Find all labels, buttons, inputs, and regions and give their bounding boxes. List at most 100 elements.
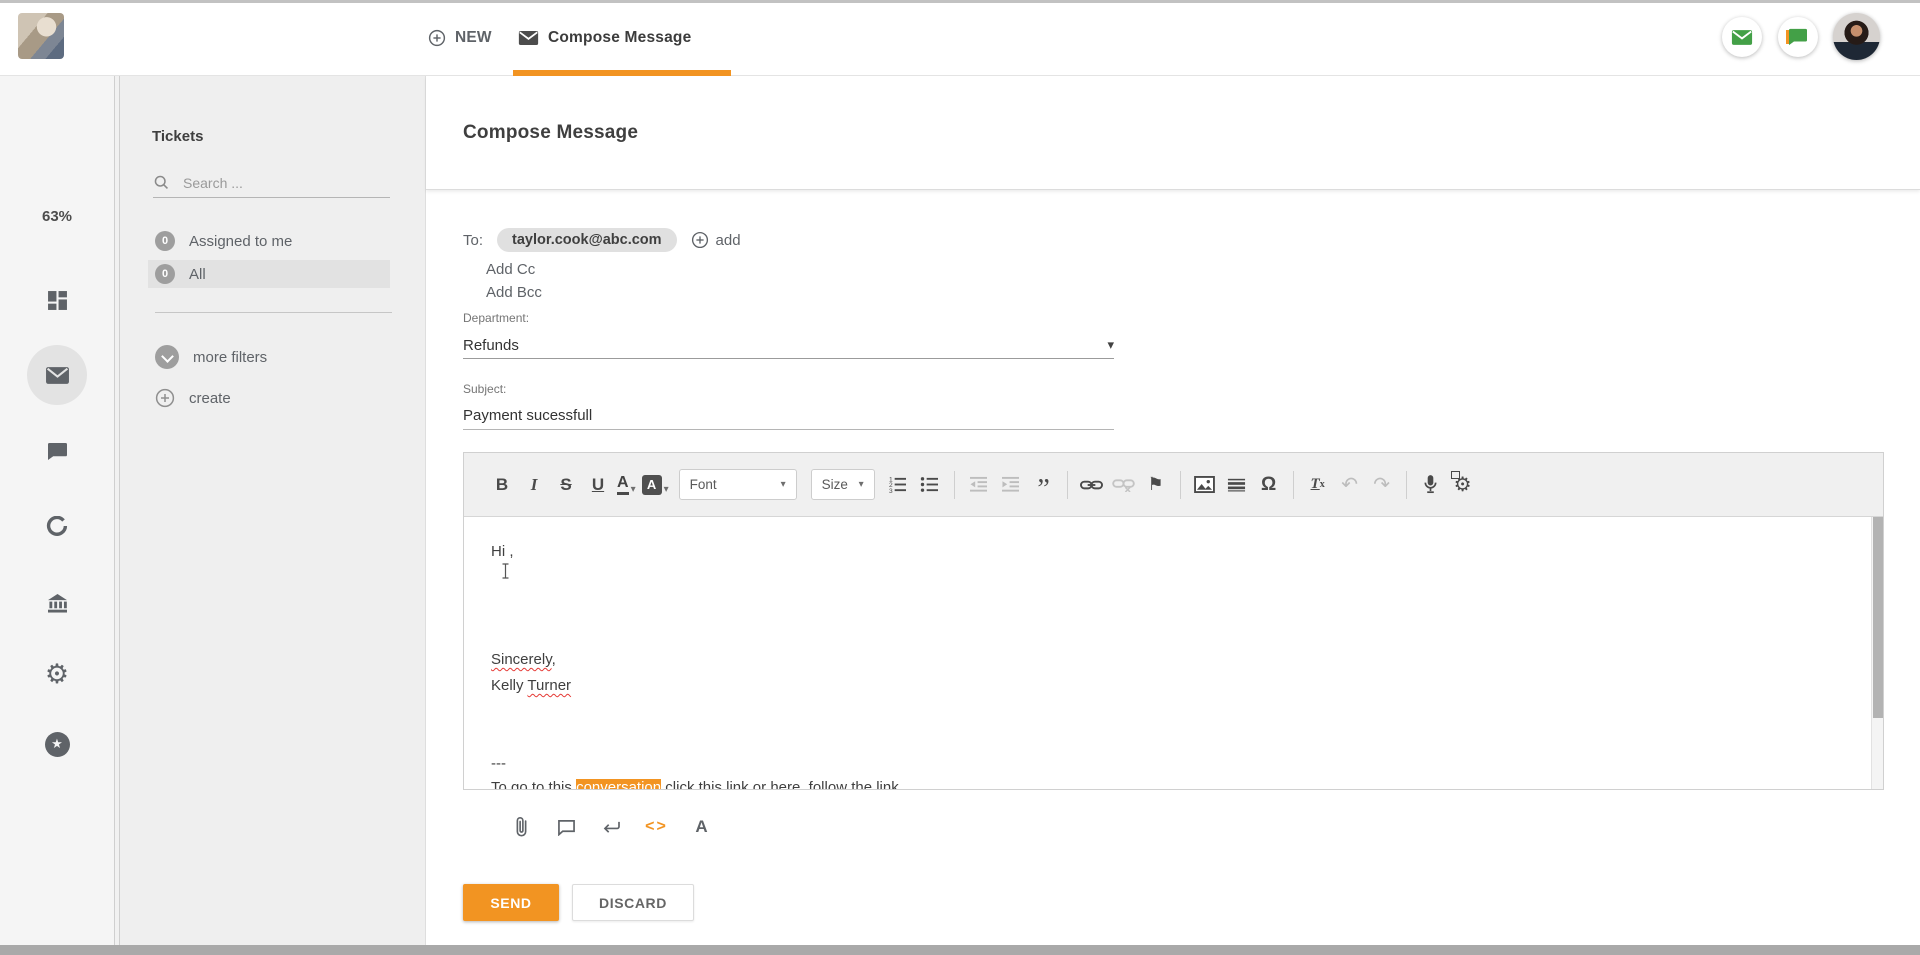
toolbar-separator: [1406, 471, 1407, 499]
proofing-settings-button[interactable]: ⚙: [1450, 471, 1476, 499]
insert-reply-button[interactable]: [589, 809, 634, 845]
dropdown-caret-icon: ▾: [1107, 337, 1114, 353]
outdent-button[interactable]: [966, 471, 992, 499]
filter-label: Assigned to me: [189, 233, 292, 250]
unlink-button[interactable]: [1111, 471, 1137, 499]
rich-text-editor: B I S U A ▾ A ▾ Font ▾ Size ▾: [463, 452, 1884, 790]
filter-all[interactable]: 0 All: [155, 261, 206, 287]
subject-row: [463, 402, 1114, 430]
create-ticket-button[interactable]: create: [155, 385, 231, 411]
sidebar-item-stars[interactable]: ★: [0, 724, 114, 764]
body-footer: To go to this conversation click this li…: [491, 779, 899, 789]
blockquote-button[interactable]: ”: [1030, 471, 1056, 499]
sidebar-item-tickets[interactable]: [27, 345, 87, 405]
add-cc-button[interactable]: Add Cc: [486, 261, 535, 278]
body-signoff: Sincerely,: [491, 651, 556, 668]
send-button[interactable]: SEND: [463, 884, 559, 921]
search-icon: [153, 174, 170, 191]
text-color-button[interactable]: A ▾: [617, 474, 636, 495]
progress-ring-icon: [46, 516, 68, 538]
misspelled-word: Turner: [527, 677, 571, 694]
misspelled-word: Sincerely: [491, 651, 552, 668]
mail-icon: [45, 365, 70, 386]
search-input[interactable]: [183, 175, 390, 191]
user-avatar[interactable]: [1833, 13, 1880, 60]
gear-icon: ⚙: [45, 661, 69, 688]
messages-button[interactable]: [1722, 17, 1762, 57]
add-bcc-button[interactable]: Add Bcc: [486, 284, 542, 301]
recipient-chip[interactable]: taylor.cook@abc.com: [497, 228, 677, 252]
department-select[interactable]: Refunds ▾: [463, 332, 1114, 359]
remove-format-t: T: [1311, 476, 1320, 493]
attach-file-button[interactable]: [499, 809, 544, 845]
insert-link-button[interactable]: [1079, 471, 1105, 499]
discard-button[interactable]: DISCARD: [572, 884, 694, 921]
sidebar-item-chats[interactable]: [0, 431, 114, 471]
horizontal-rule-button[interactable]: [1224, 471, 1250, 499]
anchor-flag-button[interactable]: ⚑: [1143, 471, 1169, 499]
tab-new[interactable]: NEW: [428, 0, 492, 76]
toolbar-separator: [954, 471, 955, 499]
add-recipient-button[interactable]: add: [691, 231, 741, 249]
background-color-button[interactable]: A ▾: [642, 475, 669, 495]
subject-label: Subject:: [463, 382, 506, 396]
ticket-count-badge: 0: [155, 264, 175, 284]
left-icon-rail: 63% ⚙: [0, 76, 114, 945]
filter-label: All: [189, 266, 206, 283]
app-logo[interactable]: [18, 13, 64, 59]
subject-input[interactable]: [463, 407, 1114, 424]
text-style-button[interactable]: A: [679, 809, 724, 845]
remove-format-button[interactable]: Tx: [1305, 471, 1331, 499]
size-select[interactable]: Size ▾: [811, 469, 875, 500]
font-select[interactable]: Font ▾: [679, 469, 797, 500]
sidebar-item-reports[interactable]: [0, 507, 114, 547]
envelope-icon: [518, 30, 539, 46]
tab-new-label: NEW: [455, 29, 492, 47]
ordered-list-button[interactable]: 123: [885, 471, 911, 499]
underline-button[interactable]: U: [585, 471, 611, 499]
sidebar-item-company[interactable]: [0, 583, 114, 623]
internal-note-button[interactable]: [544, 809, 589, 845]
insert-image-button[interactable]: [1192, 471, 1218, 499]
svg-text:3: 3: [889, 488, 893, 493]
size-select-label: Size: [822, 477, 848, 492]
html-source-button[interactable]: <>: [634, 809, 679, 845]
ticket-search[interactable]: [153, 168, 390, 198]
bold-button[interactable]: B: [489, 471, 515, 499]
indent-button[interactable]: [998, 471, 1024, 499]
chats-button[interactable]: [1778, 17, 1818, 57]
chevron-down-icon: [155, 345, 179, 369]
special-char-button[interactable]: Ω: [1256, 471, 1282, 499]
footer-text: To go to this: [491, 779, 576, 789]
redo-button[interactable]: ↷: [1369, 471, 1395, 499]
active-tab-indicator: [513, 70, 731, 76]
more-filters-button[interactable]: more filters: [155, 344, 267, 370]
plus-circle-icon: [428, 29, 446, 47]
chat-bubble-icon: [47, 442, 68, 461]
font-select-label: Font: [690, 477, 717, 492]
sidebar-item-dashboard[interactable]: [0, 280, 114, 320]
tab-compose-message[interactable]: Compose Message: [518, 0, 691, 76]
strikethrough-button[interactable]: S: [553, 471, 579, 499]
green-envelope-icon: [1731, 29, 1753, 46]
editor-scrollbar[interactable]: [1871, 517, 1883, 789]
sidebar-item-settings[interactable]: ⚙: [0, 654, 114, 694]
ticket-count-badge: 0: [155, 231, 175, 251]
scrollbar-thumb[interactable]: [1873, 517, 1883, 718]
italic-button[interactable]: I: [521, 471, 547, 499]
editor-body[interactable]: Hi , Sincerely, Kelly Turner --- To go t…: [464, 517, 1883, 789]
filter-assigned-to-me[interactable]: 0 Assigned to me: [155, 228, 292, 254]
green-chat-icon: [1788, 28, 1808, 46]
toolbar-separator: [1293, 471, 1294, 499]
tab-compose-label: Compose Message: [548, 29, 691, 47]
more-filters-label: more filters: [193, 349, 267, 366]
dictation-mic-button[interactable]: [1418, 471, 1444, 499]
caret-down-icon: ▾: [664, 484, 669, 495]
usage-percentage: 63%: [0, 208, 114, 225]
page-title: Compose Message: [463, 122, 638, 144]
bullet-list-button[interactable]: [917, 471, 943, 499]
undo-button[interactable]: ↶: [1337, 471, 1363, 499]
dashboard-icon: [47, 290, 68, 311]
footer-highlighted-link[interactable]: conversation: [576, 779, 661, 789]
caret-down-icon: ▾: [631, 484, 636, 495]
